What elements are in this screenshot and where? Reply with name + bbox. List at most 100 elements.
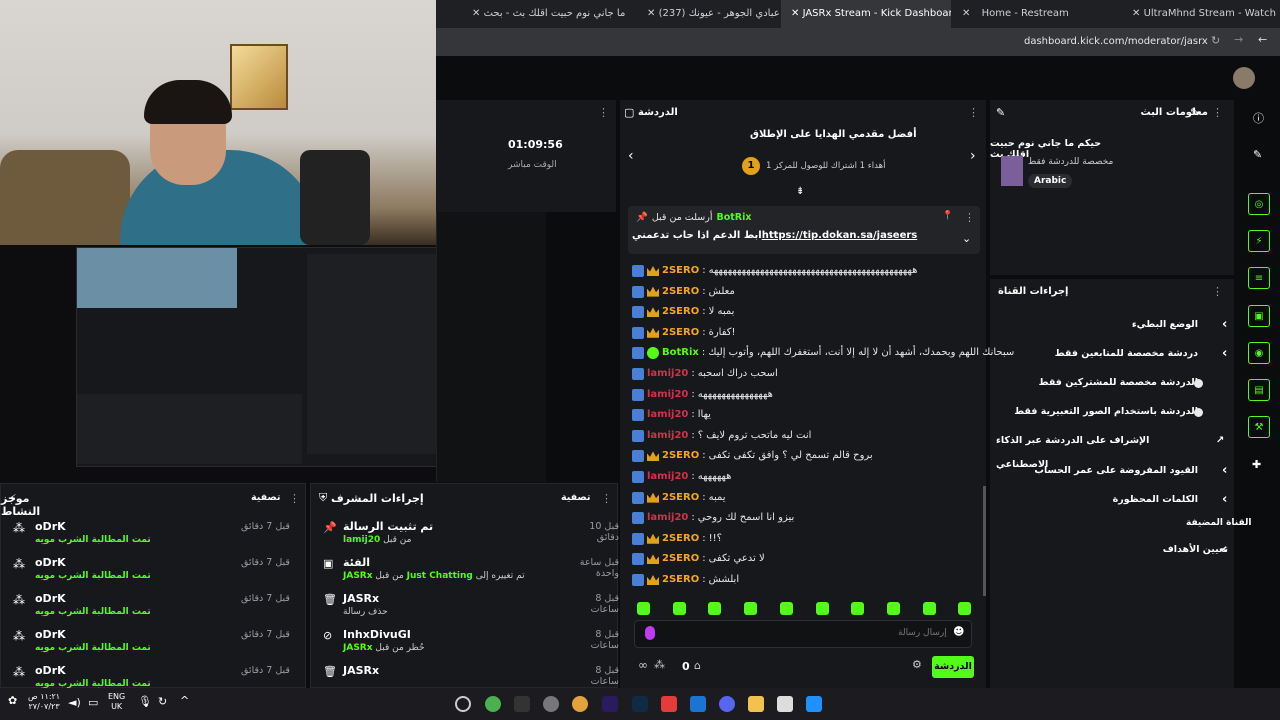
discord-icon[interactable] bbox=[719, 696, 735, 712]
add-widget-icon[interactable]: ✚ bbox=[1252, 458, 1261, 471]
tab-search[interactable]: ✕ ما جاني نوم حبيت اقلك بث - بحث bbox=[466, 0, 638, 28]
chat-username[interactable]: 2SERO bbox=[662, 488, 699, 508]
volume-icon[interactable]: ◄) bbox=[68, 696, 81, 709]
activity-user[interactable]: oDrK bbox=[35, 592, 66, 605]
store-icon[interactable] bbox=[777, 696, 793, 712]
pinned-user[interactable]: BotRix bbox=[716, 212, 751, 223]
bolt-icon[interactable]: ⚡ bbox=[1248, 230, 1270, 252]
emote-icon[interactable] bbox=[923, 602, 936, 615]
tab-ultramhnd[interactable]: ✕ UltraMhnd Stream - Watch bbox=[1126, 0, 1280, 28]
emoji-icon[interactable]: ☻ bbox=[953, 625, 964, 638]
tab-close-icon[interactable]: ✕ bbox=[791, 8, 803, 19]
pencil-icon[interactable]: ✎ bbox=[1253, 148, 1262, 161]
emote-icon[interactable] bbox=[816, 602, 829, 615]
language-indicator[interactable]: ENG UK bbox=[108, 692, 125, 712]
mod-user[interactable]: lamij20 bbox=[343, 535, 380, 545]
sync-icon[interactable]: ↻ bbox=[158, 695, 167, 708]
pencil-icon[interactable]: ✎ bbox=[996, 106, 1005, 119]
folder-icon[interactable] bbox=[748, 696, 764, 712]
wrench-icon[interactable]: ⚒ bbox=[1248, 416, 1270, 438]
tab-close-icon[interactable]: ✕ bbox=[647, 8, 659, 19]
pinned-link[interactable]: https://tip.dokan.sa/jaseers bbox=[762, 230, 918, 241]
chat-username[interactable]: 2SERO bbox=[662, 446, 699, 466]
focus-icon[interactable]: ◎ bbox=[1248, 193, 1270, 215]
chat-icon[interactable]: ▣ bbox=[1248, 305, 1270, 327]
settings-icon[interactable] bbox=[543, 696, 559, 712]
activity-user[interactable]: oDrK bbox=[35, 664, 66, 677]
tab-close-icon[interactable]: ✕ bbox=[1132, 8, 1144, 19]
emote-icon[interactable] bbox=[708, 602, 721, 615]
mod-user[interactable]: Just Chatting bbox=[407, 571, 473, 581]
send-chat-button[interactable]: الدردشة bbox=[932, 656, 974, 678]
gift-icon[interactable]: ⌂ bbox=[694, 659, 701, 672]
tab-youtube[interactable]: ✕ (237) عبادي الجوهر - عيونك bbox=[641, 0, 781, 28]
emote-icon[interactable] bbox=[673, 602, 686, 615]
chat-username[interactable]: BotRix bbox=[662, 343, 699, 363]
channel-setting-row[interactable]: الإشراف على الدردشة عبر الذكاء الاصطناعي… bbox=[996, 429, 1228, 470]
address-bar[interactable]: dashboard.kick.com/moderator/jasrx ↻ → ← bbox=[436, 28, 1280, 56]
app-icon[interactable] bbox=[514, 696, 530, 712]
chrome-icon[interactable] bbox=[572, 696, 588, 712]
chat-username[interactable]: lamij20 bbox=[647, 467, 688, 487]
chat-username[interactable]: 2SERO bbox=[662, 529, 699, 549]
kebab-menu-icon[interactable]: ⋮ bbox=[964, 211, 975, 224]
microphone-icon[interactable]: 🎙 bbox=[138, 695, 152, 708]
chat-username[interactable]: 2SERO bbox=[662, 570, 699, 590]
list-icon[interactable]: ≡ bbox=[1248, 267, 1270, 289]
avatar[interactable] bbox=[1233, 67, 1255, 89]
chrome-icon[interactable] bbox=[485, 696, 501, 712]
prev-arrow-icon[interactable]: ‹ bbox=[628, 148, 634, 164]
tab-kick-dashboard[interactable]: ✕ JASRx Stream - Kick Dashboard bbox=[781, 0, 951, 28]
channel-setting-row[interactable]: الكلمات المحظورة › bbox=[996, 488, 1228, 512]
back-icon[interactable]: ← bbox=[1258, 33, 1267, 46]
channel-setting-row[interactable]: القيود المفروضة على عمر الحساب › bbox=[996, 459, 1228, 483]
mic-icon[interactable] bbox=[645, 626, 655, 640]
weather-icon[interactable]: ✿ bbox=[8, 694, 17, 707]
settings-gear-icon[interactable]: ⚙ bbox=[912, 658, 922, 671]
tab-close-icon[interactable]: ✕ bbox=[472, 8, 484, 19]
mod-filter-button[interactable]: تصفية bbox=[561, 492, 590, 503]
emote-icon[interactable] bbox=[958, 602, 971, 615]
taskbar-app-icon[interactable] bbox=[455, 696, 471, 712]
kebab-menu-icon[interactable]: ⋮ bbox=[968, 106, 979, 119]
channel-setting-row[interactable]: الدردشة مخصصة للمشتركين فقط bbox=[996, 371, 1228, 395]
set-goals-row[interactable]: تعيين الأهداف › bbox=[996, 538, 1228, 562]
chat-username[interactable]: 2SERO bbox=[662, 302, 699, 322]
clock[interactable]: ١١:٢١ ص ٢٧/٠٧/٢٣ bbox=[28, 692, 60, 712]
mod-user[interactable]: JASRx bbox=[343, 643, 373, 653]
channel-setting-row[interactable]: الدردشة باستخدام الصور التعبيرية فقط bbox=[996, 400, 1228, 424]
kebab-menu-icon[interactable]: ⋮ bbox=[1212, 285, 1223, 298]
tab-close-icon[interactable]: ✕ bbox=[962, 8, 974, 19]
mod-user[interactable]: JASRx bbox=[343, 571, 373, 581]
kebab-menu-icon[interactable]: ⋮ bbox=[601, 492, 612, 505]
info-icon[interactable]: ⓘ bbox=[1253, 110, 1264, 126]
chat-username[interactable]: 2SERO bbox=[662, 323, 699, 343]
chat-username[interactable]: lamij20 bbox=[647, 364, 688, 384]
tab-restream[interactable]: ✕ Home - Restream bbox=[956, 0, 1121, 28]
chevron-up-icon[interactable]: ^ bbox=[180, 694, 189, 707]
chat-username[interactable]: lamij20 bbox=[647, 426, 688, 446]
emote-icon[interactable] bbox=[780, 602, 793, 615]
scroll-down-icon[interactable]: ⇟ bbox=[796, 186, 804, 197]
reload-icon[interactable]: ↻ bbox=[1211, 34, 1220, 47]
windows-icon[interactable] bbox=[806, 696, 822, 712]
photoshop-icon[interactable] bbox=[632, 696, 648, 712]
network-icon[interactable]: ▭ bbox=[88, 696, 98, 709]
chat-username[interactable]: lamij20 bbox=[647, 385, 688, 405]
kebab-menu-icon[interactable]: ⋮ bbox=[1212, 106, 1223, 119]
premiere-icon[interactable] bbox=[602, 696, 618, 712]
channel-setting-row[interactable]: الوضع البطيء › bbox=[996, 313, 1228, 337]
chat-scrollbar[interactable] bbox=[983, 486, 986, 596]
edit-icon[interactable]: ✎ bbox=[1190, 106, 1199, 119]
outlook-icon[interactable] bbox=[690, 696, 706, 712]
channel-setting-row[interactable]: دردشة مخصصة للمتابعين فقط › bbox=[996, 342, 1228, 366]
chat-username[interactable]: 2SERO bbox=[662, 261, 699, 281]
broadcast-icon[interactable]: ◉ bbox=[1248, 342, 1270, 364]
activity-user[interactable]: oDrK bbox=[35, 628, 66, 641]
chat-username[interactable]: lamij20 bbox=[647, 405, 688, 425]
unpin-icon[interactable]: 📍 bbox=[942, 211, 953, 221]
chat-username[interactable]: lamij20 bbox=[647, 508, 688, 528]
emote-icon[interactable] bbox=[744, 602, 757, 615]
chat-input[interactable]: إرسال رسالة ☻ bbox=[634, 620, 972, 648]
panel-icon[interactable]: ▤ bbox=[1248, 379, 1270, 401]
